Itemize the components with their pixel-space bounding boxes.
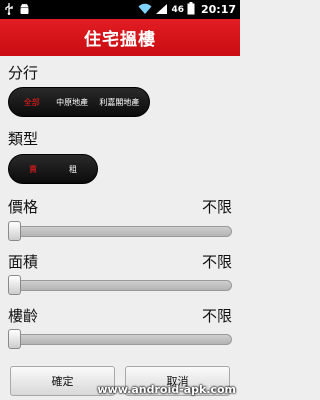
slider-thumb[interactable] (8, 329, 21, 349)
page-title: 住宅搵樓 (84, 30, 156, 50)
segment-rent[interactable]: 租 (53, 164, 93, 175)
segment-centaline[interactable]: 中原地產 (50, 97, 93, 108)
app-header: 住宅搵樓 (0, 19, 240, 56)
age-slider[interactable] (8, 329, 232, 349)
status-bar: 46 20:17 (0, 0, 240, 19)
price-label: 價格 (8, 198, 39, 216)
slider-thumb[interactable] (8, 275, 21, 295)
battery-icon (187, 0, 195, 19)
segment-sell[interactable]: 賣 (13, 164, 53, 175)
slider-track (8, 280, 232, 291)
district-label: 分行 (8, 64, 39, 82)
price-value: 不限 (201, 198, 232, 216)
watermark: www.android-apk.com (97, 383, 236, 396)
slider-thumb[interactable] (8, 221, 21, 241)
district-selector: 全部 中原地產 利嘉閣地產 (8, 87, 150, 117)
signal-icon (155, 0, 168, 19)
area-slider[interactable] (8, 275, 232, 295)
android-debug-icon (19, 0, 30, 19)
price-slider[interactable] (8, 221, 232, 241)
network-type: 46 (171, 4, 184, 15)
segment-ricacorp[interactable]: 利嘉閣地產 (94, 97, 145, 108)
segment-all[interactable]: 全部 (13, 97, 50, 108)
type-label: 類型 (8, 130, 39, 148)
type-selector: 賣 租 (8, 154, 98, 184)
area-value: 不限 (201, 253, 232, 271)
area-label: 面積 (8, 253, 39, 271)
wifi-icon (138, 0, 152, 19)
age-label: 樓齡 (8, 307, 39, 325)
clock: 20:17 (200, 3, 236, 16)
slider-track (8, 226, 232, 237)
slider-track (8, 334, 232, 345)
usb-icon (4, 0, 14, 19)
age-value: 不限 (201, 307, 232, 325)
